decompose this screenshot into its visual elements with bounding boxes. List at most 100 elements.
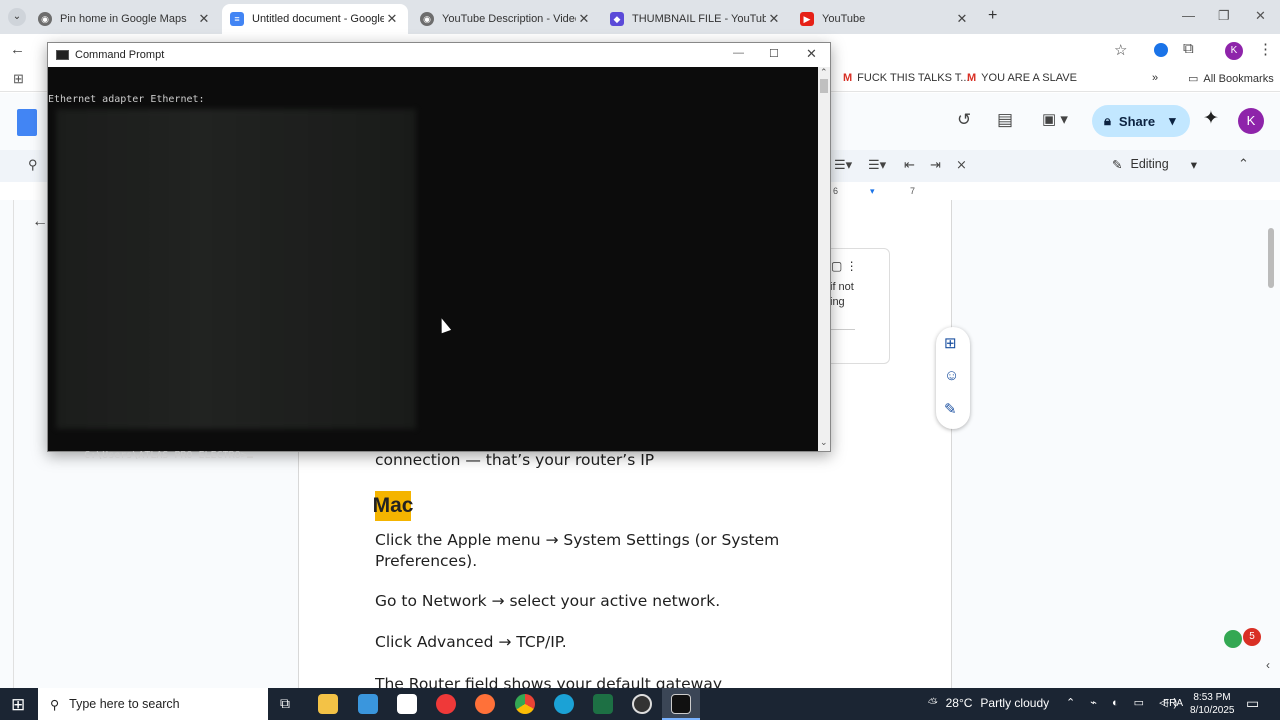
new-tab-button[interactable]: + xyxy=(988,7,997,25)
extension-badge-icon[interactable] xyxy=(1154,43,1168,57)
meet-icon[interactable]: ▣ ▾ xyxy=(1042,110,1068,128)
minimize-window-icon[interactable]: — xyxy=(1182,8,1195,23)
all-bookmarks-button[interactable]: ▭ All Bookmarks xyxy=(1188,72,1274,86)
close-tab-icon[interactable]: ✕ xyxy=(766,11,782,27)
cmd-title: Command Prompt xyxy=(75,49,165,61)
close-tab-icon[interactable]: ✕ xyxy=(384,11,400,27)
vivaldi-browser-icon[interactable] xyxy=(436,694,456,714)
tab-title: Untitled document - Google Do xyxy=(252,13,384,25)
tab-youtube[interactable]: ▶ YouTube ✕ xyxy=(792,4,978,34)
profile-avatar[interactable]: K xyxy=(1225,42,1243,60)
docs-favicon-icon: ≡ xyxy=(230,12,244,26)
language-indicator[interactable]: FRA xyxy=(1163,698,1183,709)
close-tab-icon[interactable]: ✕ xyxy=(954,11,970,27)
cmd-minimize-icon[interactable]: — xyxy=(733,47,744,59)
comment-action-icon[interactable]: ▢ ⋮ xyxy=(831,259,858,273)
vertical-ruler xyxy=(0,200,14,688)
bookmark-item[interactable]: M YOU ARE A SLAVE xyxy=(967,72,1077,84)
tab-search-button[interactable]: ⌄ xyxy=(8,8,26,26)
outline-back-arrow-icon[interactable]: ← xyxy=(32,213,48,231)
cmd-console-output[interactable]: Ethernet adapter Ethernet: C:\Users\ATLA… xyxy=(48,67,818,461)
task-view-icon[interactable]: ⧉ xyxy=(280,695,290,712)
extensions-puzzle-icon[interactable]: ⧉ xyxy=(1183,40,1194,57)
doc-paragraph[interactable]: Click Advanced → TCP/IP. xyxy=(375,632,815,653)
tab-title: YouTube xyxy=(822,13,866,25)
command-prompt-window[interactable]: Command Prompt — ☐ ✕ Ethernet adapter Et… xyxy=(47,42,831,461)
numbered-list-icon[interactable]: ☰▾ xyxy=(868,157,886,173)
notification-count-icon[interactable]: 5 xyxy=(1243,628,1261,646)
clear-formatting-icon[interactable]: ⨯ xyxy=(956,157,967,173)
scroll-down-icon[interactable]: ⌄ xyxy=(820,437,828,448)
share-button[interactable]: 🔒︎ Share ▾ xyxy=(1092,105,1190,137)
doc-paragraph[interactable]: connection — that’s your router’s IP xyxy=(375,450,815,471)
bookmark-label: YOU ARE A SLAVE xyxy=(981,72,1077,84)
close-window-icon[interactable]: ✕ xyxy=(1255,8,1266,24)
tab-title: YouTube Description - Video de xyxy=(442,13,576,25)
add-emoji-icon[interactable]: ☺ xyxy=(944,367,959,384)
bookmark-item[interactable]: M FUCK THIS TALKS T... xyxy=(843,72,969,84)
cmd-close-icon[interactable]: ✕ xyxy=(806,46,817,62)
docs-logo-icon[interactable] xyxy=(17,109,37,136)
obs-studio-icon[interactable] xyxy=(632,694,652,714)
firefox-icon[interactable] xyxy=(475,694,495,714)
restore-window-icon[interactable]: ❐ xyxy=(1218,8,1230,24)
chrome-icon[interactable] xyxy=(515,694,535,714)
gmail-icon: M xyxy=(967,72,977,84)
comments-icon[interactable]: ▤ xyxy=(997,110,1013,130)
more-bookmarks-icon[interactable]: » xyxy=(1152,72,1158,84)
mac-heading[interactable]: Mac xyxy=(373,491,413,521)
scroll-up-icon[interactable]: ⌃ xyxy=(820,67,828,78)
indent-marker-icon[interactable]: ▾ xyxy=(870,186,875,197)
close-tab-icon[interactable]: ✕ xyxy=(576,11,592,27)
page-scrollbar[interactable] xyxy=(1268,228,1274,288)
search-placeholder: Type here to search xyxy=(69,697,180,711)
chevron-down-icon: ▾ xyxy=(1169,113,1176,128)
microsoft-store-icon[interactable] xyxy=(397,694,417,714)
search-menus-icon[interactable]: ⚲ xyxy=(28,157,38,173)
increase-indent-icon[interactable]: ⇥ xyxy=(930,157,941,173)
cmd-title-bar[interactable]: Command Prompt — ☐ ✕ xyxy=(48,43,830,67)
clock-date: 8/10/2025 xyxy=(1190,705,1235,716)
cmd-scrollbar[interactable]: ⌃ ⌄ xyxy=(818,67,830,451)
edge-icon[interactable] xyxy=(554,694,574,714)
scroll-thumb[interactable] xyxy=(820,79,828,93)
doc-paragraph[interactable]: The Router field shows your default gate… xyxy=(375,674,815,688)
all-bookmarks-label: All Bookmarks xyxy=(1203,72,1274,85)
excel-icon[interactable] xyxy=(593,694,613,714)
bookmark-star-icon[interactable]: ☆ xyxy=(1114,41,1127,59)
tab-youtube-description[interactable]: ◉ YouTube Description - Video de ✕ xyxy=(412,4,600,34)
browser-menu-icon[interactable]: ⋮ xyxy=(1258,40,1273,58)
suggest-edits-icon[interactable]: ✎ xyxy=(944,400,957,418)
add-comment-icon[interactable]: ⊞ xyxy=(944,334,957,352)
side-panel-toggle-icon[interactable]: ‹ xyxy=(1266,658,1270,672)
start-windows-icon[interactable]: ⊞ xyxy=(11,695,25,715)
vscode-like-app-icon[interactable] xyxy=(358,694,378,714)
maps-favicon-icon: ◉ xyxy=(38,12,52,26)
bulleted-list-icon[interactable]: ☰▾ xyxy=(834,157,852,173)
notification-center-icon[interactable]: ▭ xyxy=(1246,695,1259,712)
collapse-toolbar-icon[interactable]: ⌃ xyxy=(1238,156,1249,172)
tab-google-maps[interactable]: ◉ Pin home in Google Maps ✕ xyxy=(30,4,220,34)
explore-badge-icon[interactable] xyxy=(1224,630,1242,648)
doc-paragraph[interactable]: Click the Apple menu → System Settings (… xyxy=(375,530,815,572)
weather-widget[interactable]: ⛅︎ 28°C Partly cloudy xyxy=(928,696,1049,711)
file-explorer-icon[interactable] xyxy=(318,694,338,714)
comment-card[interactable]: ▢ ⋮ if not ing xyxy=(824,248,890,364)
lock-icon: 🔒︎ xyxy=(1104,113,1111,128)
version-history-icon[interactable]: ↺ xyxy=(957,110,971,130)
tab-thumbnail-file[interactable]: ◆ THUMBNAIL FILE - YouTube Th ✕ xyxy=(602,4,790,34)
close-tab-icon[interactable]: ✕ xyxy=(196,11,212,27)
decrease-indent-icon[interactable]: ⇤ xyxy=(904,157,915,173)
apps-grid-icon[interactable]: ⊞ xyxy=(13,71,24,87)
doc-paragraph[interactable]: Go to Network → select your active netwo… xyxy=(375,591,815,612)
editing-mode-dropdown[interactable]: ✎ Editing ▾ xyxy=(1112,157,1197,172)
cmd-maximize-icon[interactable]: ☐ xyxy=(769,47,779,60)
back-arrow-icon[interactable]: ← xyxy=(10,41,25,58)
tab-google-docs[interactable]: ≡ Untitled document - Google Do ✕ xyxy=(222,4,408,34)
cmd-prompt-line[interactable]: C:\Users\ATLAS PRO ELECTRO> xyxy=(48,439,253,472)
taskbar-search-box[interactable]: ⚲ Type here to search xyxy=(38,688,268,720)
clock[interactable]: 8:53 PM 8/10/2025 xyxy=(1190,691,1235,717)
gemini-sparkle-icon[interactable]: ✦ xyxy=(1203,107,1219,130)
side-action-panel: ⊞ ☺ ✎ xyxy=(936,327,970,429)
account-avatar[interactable]: K xyxy=(1238,108,1264,134)
